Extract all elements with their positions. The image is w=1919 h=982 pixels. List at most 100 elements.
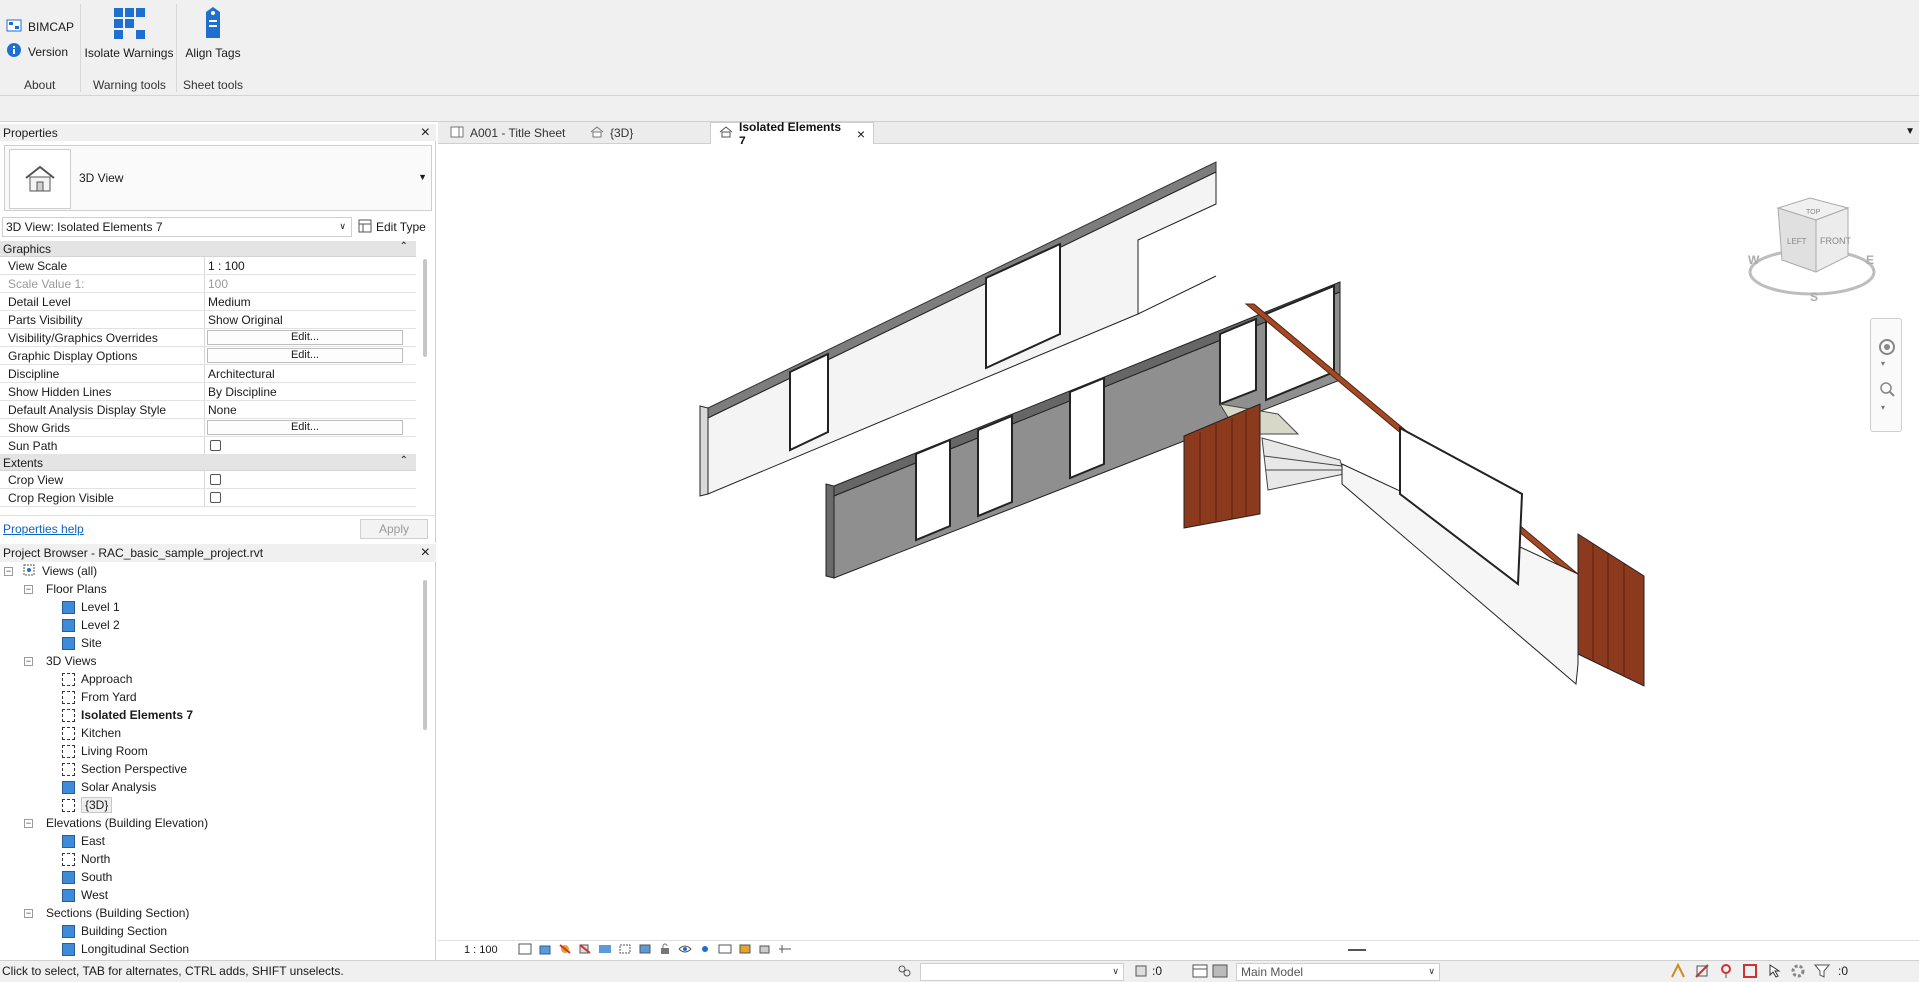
select-links-icon[interactable] — [1670, 962, 1686, 982]
crop-region-checkbox[interactable] — [210, 492, 221, 503]
prop-view-scale[interactable]: View Scale 1 : 100 — [0, 257, 416, 275]
properties-help-link[interactable]: Properties help — [3, 522, 84, 536]
tree-from-yard[interactable]: From Yard — [62, 688, 137, 706]
prop-detail-level[interactable]: Detail Level Medium — [0, 293, 416, 311]
design-options-icon[interactable] — [1192, 964, 1208, 981]
tab-title-sheet[interactable]: A001 - Title Sheet — [442, 122, 573, 144]
select-pinned-icon[interactable] — [1718, 963, 1734, 982]
prop-value[interactable]: Show Original — [205, 311, 416, 328]
temporary-hide-icon[interactable] — [678, 943, 692, 958]
reveal-hidden-icon[interactable] — [698, 943, 712, 958]
reveal-constraints-icon[interactable] — [778, 943, 792, 958]
prop-value[interactable]: By Discipline — [205, 383, 416, 400]
prop-discipline[interactable]: Discipline Architectural — [0, 365, 416, 383]
viewcube[interactable]: TOP LEFT FRONT W S E — [1748, 197, 1876, 304]
collapse-icon[interactable]: − — [24, 657, 33, 666]
crop-region-icon[interactable] — [638, 943, 652, 958]
tree-level-2[interactable]: Level 2 — [62, 616, 120, 634]
visual-style-icon[interactable] — [538, 943, 552, 958]
design-option-combo[interactable]: Main Model ∨ — [1236, 963, 1440, 981]
tree-sections[interactable]: Sections (Building Section) — [46, 904, 189, 922]
prop-hidden-lines[interactable]: Show Hidden Lines By Discipline — [0, 383, 416, 401]
chevron-down-icon[interactable]: ▾ — [1881, 359, 1885, 368]
prop-analysis-style[interactable]: Default Analysis Display Style None — [0, 401, 416, 419]
collapse-icon[interactable]: − — [24, 909, 33, 918]
steering-wheel-icon[interactable] — [1879, 339, 1895, 358]
edit-button[interactable]: Edit... — [207, 420, 403, 435]
unlock-view-icon[interactable] — [658, 943, 672, 958]
prop-parts-visibility[interactable]: Parts Visibility Show Original — [0, 311, 416, 329]
collapse-icon[interactable]: − — [4, 567, 13, 576]
render-icon[interactable] — [598, 943, 612, 958]
browser-scrollbar[interactable] — [423, 580, 427, 730]
edit-button[interactable]: Edit... — [207, 348, 403, 363]
close-icon[interactable]: × — [857, 126, 865, 142]
tree-solar-analysis[interactable]: Solar Analysis — [62, 778, 156, 796]
prop-value[interactable]: None — [205, 401, 416, 418]
tab-3d[interactable]: {3D} — [582, 122, 641, 144]
tree-approach[interactable]: Approach — [62, 670, 132, 688]
edit-type-button[interactable]: Edit Type — [358, 217, 436, 237]
tree-3d-views[interactable]: 3D Views — [46, 652, 96, 670]
tree-living-room[interactable]: Living Room — [62, 742, 148, 760]
close-icon[interactable]: × — [421, 124, 430, 142]
group-graphics[interactable]: Graphics ⌃ — [0, 241, 416, 257]
tree-section-perspective[interactable]: Section Perspective — [62, 760, 187, 778]
select-by-face-icon[interactable] — [1742, 963, 1758, 982]
tab-list-icon[interactable]: ▼ — [1905, 126, 1915, 137]
tree-building-section[interactable]: Building Section — [62, 922, 167, 940]
filter-icon[interactable] — [1813, 963, 1831, 982]
view-bar-resize-handle[interactable] — [1348, 949, 1366, 951]
workset-combo[interactable]: ∨ — [920, 963, 1124, 981]
collapse-icon[interactable]: − — [24, 819, 33, 828]
align-tags-button[interactable]: Align Tags — [180, 6, 246, 60]
tree-level-1[interactable]: Level 1 — [62, 598, 120, 616]
tree-east[interactable]: East — [62, 832, 105, 850]
crop-view-checkbox[interactable] — [210, 474, 221, 485]
tree-views-all[interactable]: Views (all) — [22, 562, 97, 580]
tree-isolated-elements[interactable]: Isolated Elements 7 — [62, 706, 193, 724]
tree-longitudinal-section[interactable]: Longitudinal Section — [62, 940, 189, 958]
detail-level-icon[interactable] — [518, 943, 532, 958]
type-selector[interactable]: 3D View ▼ — [4, 145, 432, 211]
view-scale-control[interactable]: 1 : 100 — [464, 944, 498, 956]
worksharing-icon[interactable] — [718, 943, 732, 958]
tree-south[interactable]: South — [62, 868, 112, 886]
select-underlay-icon[interactable] — [1694, 963, 1710, 982]
version-button[interactable]: Version — [6, 42, 68, 61]
tree-west[interactable]: West — [62, 886, 108, 904]
3d-view-canvas[interactable]: TOP LEFT FRONT W S E — [438, 144, 1919, 940]
worksets-icon[interactable] — [896, 964, 912, 981]
model-icon[interactable] — [1212, 964, 1228, 981]
prop-value[interactable]: Medium — [205, 293, 416, 310]
properties-scrollbar[interactable] — [423, 259, 427, 357]
shadows-icon[interactable] — [578, 943, 592, 958]
prop-value[interactable]: Architectural — [205, 365, 416, 382]
tab-isolated-elements[interactable]: Isolated Elements 7 × — [710, 120, 874, 148]
group-extents[interactable]: Extents ⌃ — [0, 455, 416, 471]
analytical-model-icon[interactable] — [738, 943, 752, 958]
zoom-icon[interactable] — [1879, 381, 1895, 400]
tree-north[interactable]: North — [62, 850, 110, 868]
instance-selector[interactable]: 3D View: Isolated Elements 7 ∨ — [2, 217, 352, 237]
crop-view-icon[interactable] — [618, 943, 632, 958]
edit-button[interactable]: Edit... — [207, 330, 403, 345]
close-icon[interactable]: × — [421, 544, 430, 562]
highlight-displacement-icon[interactable] — [758, 943, 772, 958]
sun-path-checkbox[interactable] — [210, 440, 221, 451]
background-process-icon[interactable] — [1790, 963, 1806, 982]
tree-3d-default[interactable]: {3D} — [62, 796, 113, 814]
chevron-down-icon[interactable]: ▾ — [1881, 403, 1885, 412]
collapse-icon[interactable]: − — [24, 585, 33, 594]
isolate-warnings-button[interactable]: Isolate Warnings — [84, 6, 174, 60]
drag-elements-icon[interactable] — [1766, 963, 1782, 982]
editing-requests-icon[interactable] — [1134, 964, 1150, 981]
sun-path-icon[interactable] — [558, 943, 572, 958]
tree-elevations[interactable]: Elevations (Building Elevation) — [46, 814, 208, 832]
apply-button[interactable]: Apply — [360, 519, 428, 539]
prop-value[interactable]: 1 : 100 — [205, 257, 416, 274]
tree-kitchen[interactable]: Kitchen — [62, 724, 121, 742]
tree-floor-plans[interactable]: Floor Plans — [46, 580, 107, 598]
tree-site[interactable]: Site — [62, 634, 102, 652]
bimcap-button[interactable]: BIMCAP — [6, 18, 74, 35]
